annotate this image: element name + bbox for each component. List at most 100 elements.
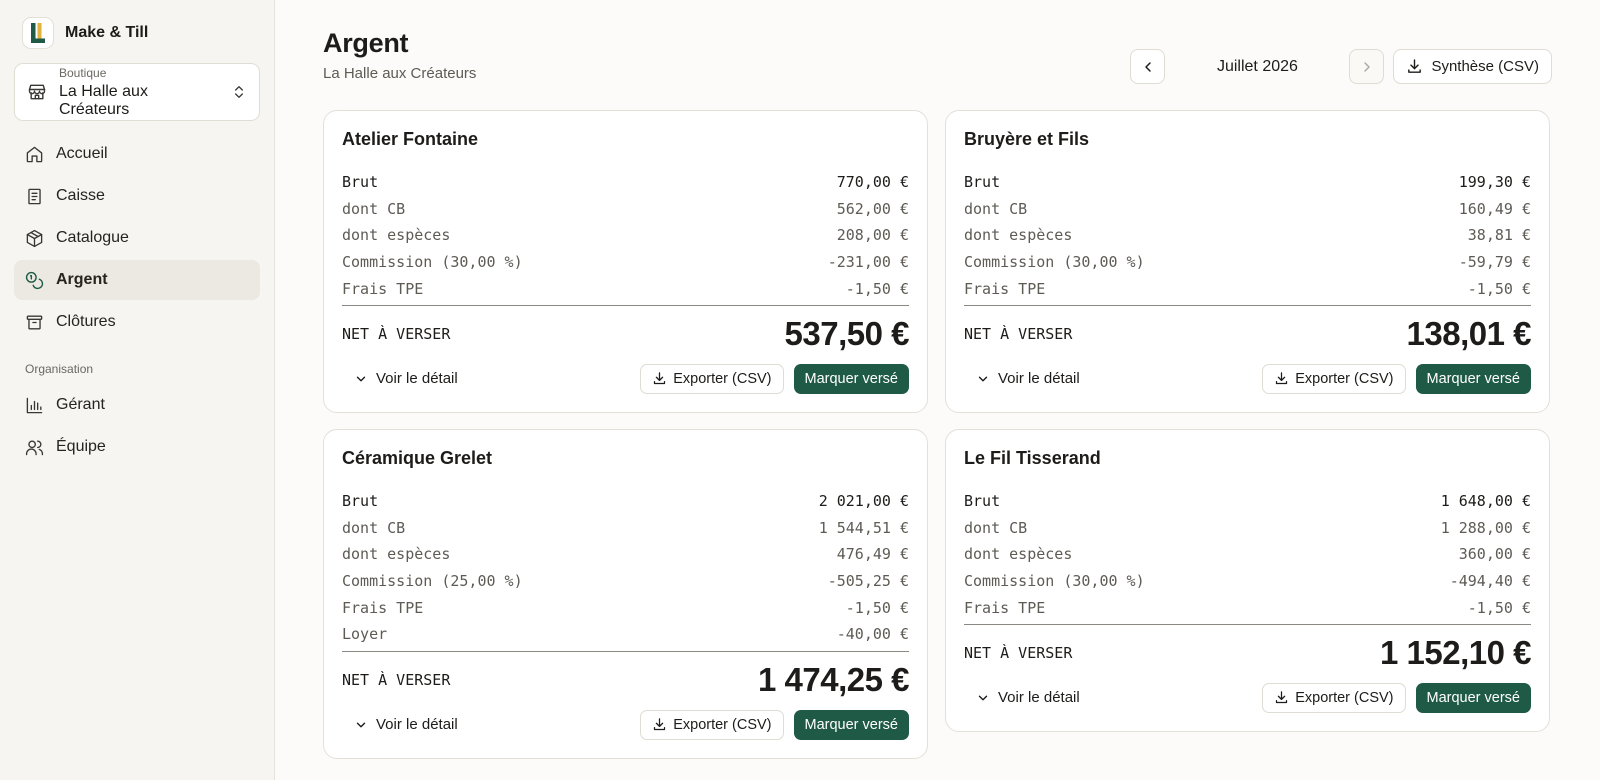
users-icon <box>25 439 44 455</box>
row-tpe-fees: Frais TPE -1,50 € <box>964 598 1531 617</box>
amount-rows: Brut 2 021,00 € dont CB 1 544,51 € dont es… <box>342 488 909 648</box>
card-actions: Voir le détail Exporter (CSV) Marquer ve… <box>342 709 909 740</box>
nav-section-label: Organisation <box>25 362 94 376</box>
nav-item-caisse[interactable]: Caisse <box>14 176 260 216</box>
net-label: NET À VERSER <box>342 670 451 689</box>
export-csv-button[interactable]: Exporter (CSV) <box>1262 363 1406 394</box>
export-csv-button[interactable]: Exporter (CSV) <box>640 363 784 394</box>
net-row: NET À VERSER 1 152,10 € <box>964 625 1531 681</box>
net-value: 1 474,25 € <box>758 660 909 698</box>
store-icon <box>28 84 46 100</box>
amount-rows: Brut 1 648,00 € dont CB 1 288,00 € dont es… <box>964 488 1531 621</box>
vendor-cards: Atelier Fontaine Brut 770,00 € dont CB 562… <box>323 110 1552 759</box>
logo-icon <box>22 17 54 49</box>
net-row: NET À VERSER 537,50 € <box>342 306 910 362</box>
receipt-icon <box>28 188 41 204</box>
row-tpe-fees: Frais TPE -1,50 € <box>342 598 909 617</box>
row-cash: dont espèces 38,81 € <box>964 226 1531 245</box>
mark-paid-button[interactable]: Marquer versé <box>793 363 909 394</box>
net-value: 138,01 € <box>1406 314 1532 352</box>
home-icon <box>26 146 43 162</box>
row-card: dont CB 1 288,00 € <box>964 518 1531 537</box>
vendor-card: Bruyère et Fils Brut 199,30 € dont CB 160,… <box>945 110 1550 413</box>
next-month-button[interactable] <box>1349 49 1385 84</box>
view-detail-button[interactable]: Voir le détail <box>964 364 1092 394</box>
chevron-down-icon <box>356 722 366 727</box>
row-gross: Brut 1 648,00 € <box>964 492 1531 511</box>
coins-icon <box>25 271 44 289</box>
nav-item-catalogue[interactable]: Catalogue <box>14 218 260 258</box>
vendor-card: Céramique Grelet Brut 2 021,00 € dont CB 1… <box>323 428 928 759</box>
shop-selector[interactable]: Boutique La Halle aux Créateurs <box>14 63 260 121</box>
nav-item-argent[interactable]: Argent <box>14 260 260 300</box>
export-csv-button[interactable]: Exporter (CSV) <box>640 709 784 740</box>
nav-item-label: Caisse <box>56 187 105 204</box>
chevron-down-icon <box>978 695 988 701</box>
main-nav: Accueil Caisse Catalogue Argent Clôtures… <box>14 134 260 467</box>
vendor-name: Bruyère et Fils <box>964 129 1090 149</box>
row-gross: Brut 2 021,00 € <box>342 492 909 511</box>
mark-paid-button[interactable]: Marquer versé <box>1415 682 1531 713</box>
net-value: 537,50 € <box>784 314 910 352</box>
net-row: NET À VERSER 1 474,25 € <box>342 652 909 708</box>
mark-paid-button[interactable]: Marquer versé <box>793 709 909 740</box>
download-icon <box>1276 372 1288 385</box>
previous-month-button[interactable] <box>1130 49 1166 84</box>
brand[interactable]: Make & Till <box>14 16 260 50</box>
nav-item-equipe[interactable]: Équipe <box>14 427 260 467</box>
app-name: Make & Till <box>65 24 149 41</box>
row-commission: Commission (30,00 %) -494,40 € <box>964 572 1531 591</box>
row-commission: Commission (30,00 %) -59,79 € <box>964 253 1531 272</box>
package-icon <box>26 229 43 247</box>
vendor-name: Le Fil Tisserand <box>964 447 1101 468</box>
view-detail-button[interactable]: Voir le détail <box>964 683 1092 713</box>
page-subtitle: La Halle aux Créateurs <box>323 65 477 82</box>
row-tpe-fees: Frais TPE -1,50 € <box>342 279 909 298</box>
vendor-card: Atelier Fontaine Brut 770,00 € dont CB 562… <box>323 110 928 413</box>
row-cash: dont espèces 360,00 € <box>964 545 1531 564</box>
card-actions: Voir le détail Exporter (CSV) Marquer ve… <box>964 363 1531 394</box>
row-rent: Loyer -40,00 € <box>342 625 909 644</box>
row-commission: Commission (30,00 %) -231,00 € <box>342 253 909 272</box>
nav-item-accueil[interactable]: Accueil <box>14 134 260 174</box>
nav-item-label: Clôtures <box>56 313 116 330</box>
row-card: dont CB 1 544,51 € <box>342 518 909 537</box>
net-row: NET À VERSER 138,01 € <box>964 306 1532 362</box>
row-gross: Brut 770,00 € <box>342 173 909 192</box>
download-icon <box>1276 691 1288 704</box>
chevron-down-icon <box>978 376 988 382</box>
main-content: Argent La Halle aux Créateurs Juillet 20… <box>275 0 1600 780</box>
nav-item-label: Accueil <box>56 145 108 162</box>
summary-export-label: Synthèse (CSV) <box>1431 58 1539 75</box>
vendor-name: Atelier Fontaine <box>342 129 479 149</box>
sidebar: Make & Till Boutique La Halle aux Créate… <box>0 0 275 780</box>
nav-item-label: Catalogue <box>56 229 129 246</box>
archive-icon <box>26 314 43 330</box>
nav-item-gerant[interactable]: Gérant <box>14 385 260 425</box>
row-cash: dont espèces 208,00 € <box>342 226 909 245</box>
amount-rows: Brut 770,00 € dont CB 562,00 € dont espèce… <box>342 169 909 302</box>
nav-item-clotures[interactable]: Clôtures <box>14 302 260 342</box>
chevron-down-icon <box>356 376 366 382</box>
net-label: NET À VERSER <box>964 643 1073 662</box>
shop-label: Boutique <box>59 65 107 80</box>
net-label: NET À VERSER <box>964 324 1073 343</box>
download-icon <box>654 718 666 731</box>
view-detail-button[interactable]: Voir le détail <box>342 710 470 740</box>
export-csv-button[interactable]: Exporter (CSV) <box>1262 682 1406 713</box>
summary-export-button[interactable]: Synthèse (CSV) <box>1393 49 1552 84</box>
download-icon <box>1408 59 1422 73</box>
mark-paid-button[interactable]: Marquer versé <box>1415 363 1531 394</box>
page-header: Argent La Halle aux Créateurs Juillet 20… <box>323 28 1552 110</box>
bar-chart-icon <box>26 397 43 413</box>
nav-item-label: Équipe <box>56 438 106 455</box>
row-cash: dont espèces 476,49 € <box>342 545 909 564</box>
current-month: Juillet 2026 <box>1216 57 1298 75</box>
chevron-right-icon <box>1364 61 1370 72</box>
card-actions: Voir le détail Exporter (CSV) Marquer ve… <box>342 363 909 394</box>
chevrons-up-down-icon <box>235 86 243 98</box>
row-card: dont CB 160,49 € <box>964 199 1531 218</box>
amount-rows: Brut 199,30 € dont CB 160,49 € dont espèce… <box>964 169 1531 302</box>
download-icon <box>654 372 666 385</box>
view-detail-button[interactable]: Voir le détail <box>342 364 470 394</box>
